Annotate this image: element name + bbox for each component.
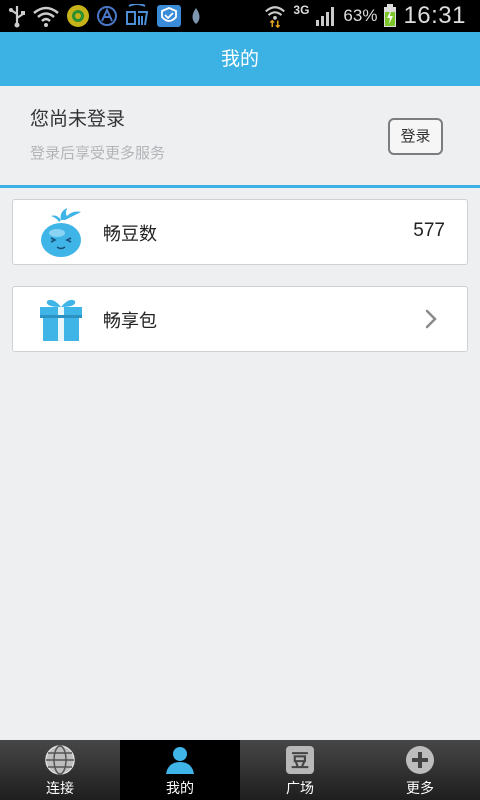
app-icon <box>97 6 117 26</box>
battery-percent: 63% <box>343 6 378 25</box>
bean-mascot-icon <box>41 208 81 257</box>
nav-tab-label: 更多 <box>406 781 434 797</box>
wifi-icon <box>265 6 286 28</box>
usb-icon <box>9 6 25 28</box>
globe-icon <box>45 745 75 775</box>
title-bar: 我的 <box>0 32 480 86</box>
signal-icon <box>316 7 335 26</box>
bottom-nav: 连接 我的 豆 广场 更多 <box>0 740 480 800</box>
nav-tab-more[interactable]: 更多 <box>360 740 480 800</box>
nav-tab-plaza[interactable]: 豆 广场 <box>240 740 360 800</box>
dou-icon: 豆 <box>286 746 314 774</box>
package-label: 畅享包 <box>103 311 157 332</box>
login-status-text: 您尚未登录 <box>30 108 126 130</box>
login-hint-text: 登录后享受更多服务 <box>30 144 166 162</box>
clock: 16:31 <box>403 2 466 29</box>
plus-icon <box>406 746 434 774</box>
battery-icon <box>384 4 397 27</box>
person-icon <box>166 747 194 774</box>
package-card[interactable]: 畅享包 <box>12 286 468 352</box>
bean-count-card[interactable]: 畅豆数 577 <box>12 199 468 265</box>
nav-tab-mine[interactable]: 我的 <box>120 740 240 800</box>
login-section: 您尚未登录 登录后享受更多服务 登录 <box>0 86 480 188</box>
status-bar: 3G 63% 16:31 <box>0 0 480 32</box>
chang-app-icon <box>126 4 149 26</box>
nav-tab-connect[interactable]: 连接 <box>0 740 120 800</box>
shield-app-icon <box>157 5 181 27</box>
gift-icon <box>40 299 82 341</box>
bean-count-label: 畅豆数 <box>103 224 157 245</box>
dou-icon-text: 豆 <box>291 751 309 772</box>
network-type: 3G <box>293 3 310 17</box>
page-title: 我的 <box>220 48 259 70</box>
chevron-right-icon <box>425 309 437 329</box>
nav-tab-label: 广场 <box>286 781 314 797</box>
nav-tab-label: 连接 <box>46 781 74 797</box>
drop-icon <box>192 8 200 24</box>
nav-tab-label: 我的 <box>166 781 194 797</box>
app-icon <box>67 5 89 27</box>
bean-count-value: 577 <box>413 220 445 241</box>
login-button[interactable]: 登录 <box>388 118 443 155</box>
wifi-icon <box>33 6 59 27</box>
